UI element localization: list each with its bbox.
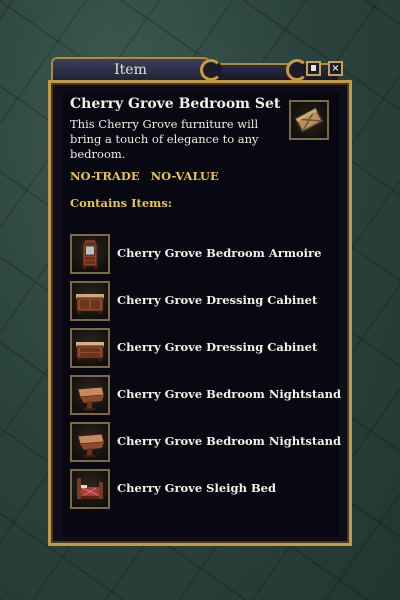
sleigh-bed-icon[interactable] [70,469,110,509]
close-button[interactable]: × [328,61,343,76]
contained-item-label: Cherry Grove Dressing Cabinet [117,293,318,307]
title-bar[interactable]: Item × [48,56,352,82]
contained-item-label: Cherry Grove Bedroom Nightstand [117,387,342,401]
contained-item-label: Cherry Grove Bedroom Armoire [117,246,322,260]
list-item[interactable]: Cherry Grove Dressing Cabinet [70,328,330,370]
item-name: Cherry Grove Bedroom Set [70,96,281,112]
minimize-icon [311,65,316,71]
no-trade-flag: NO-TRADE [70,169,140,183]
nightstand-icon[interactable] [70,375,110,415]
dressing-cabinet-icon[interactable] [70,328,110,368]
ornament-swirl-icon [286,59,308,81]
list-item[interactable]: Cherry Grove Sleigh Bed [70,469,330,511]
armoire-icon[interactable] [70,234,110,274]
list-item[interactable]: Cherry Grove Bedroom Nightstand [70,375,341,417]
contains-header: Contains Items: [70,196,173,210]
ornament-swirl-icon [200,59,222,81]
nightstand-icon[interactable] [70,422,110,462]
no-value-flag: NO-VALUE [150,169,219,183]
list-item[interactable]: Cherry Grove Bedroom Armoire [70,234,330,276]
dressing-cabinet-icon[interactable] [70,281,110,321]
contained-item-label: Cherry Grove Sleigh Bed [117,481,277,495]
window-title: Item [51,57,210,81]
close-icon: × [331,63,340,74]
item-description: This Cherry Grove furniture will bring a… [70,117,259,161]
minimize-button[interactable] [306,61,321,76]
contained-item-label: Cherry Grove Bedroom Nightstand [117,434,342,448]
list-item[interactable]: Cherry Grove Dressing Cabinet [70,281,330,323]
bedroom-set-crate-icon[interactable] [289,100,329,140]
list-item[interactable]: Cherry Grove Bedroom Nightstand [70,422,341,464]
contained-item-label: Cherry Grove Dressing Cabinet [117,340,318,354]
item-flags: NO-TRADE NO-VALUE [70,169,225,183]
item-window[interactable]: Item × Cherry Grove Bedroom Set This Che… [48,56,352,546]
